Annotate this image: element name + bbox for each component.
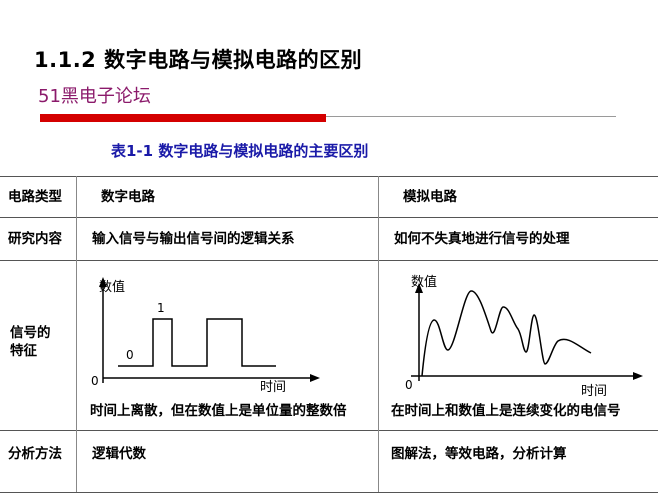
analog-origin-label: 0: [405, 378, 413, 392]
table-border-row2: [0, 260, 658, 261]
row-head-circuit-type: 电路类型: [8, 189, 62, 205]
divider-line: [326, 116, 616, 117]
cell-analog-circuit: 模拟电路: [403, 189, 457, 205]
cell-analog-signal-desc: 在时间上和数值上是连续变化的电信号: [391, 403, 621, 419]
slide-title: 1.1.2 数字电路与模拟电路的区别: [34, 48, 363, 72]
forum-subtitle: 51黑电子论坛: [38, 86, 151, 107]
row-head-signal-feature-line1: 信号的: [10, 325, 51, 341]
analog-signal-graph: 数值 时间 0: [405, 274, 643, 399]
table-border-bottom: [0, 492, 658, 493]
analog-x-arrow: [633, 372, 643, 380]
digital-x-label: 时间: [260, 380, 286, 395]
cell-digital-analysis: 逻辑代数: [92, 446, 146, 462]
row-head-signal-feature-line2: 特征: [10, 342, 37, 359]
analog-x-label: 时间: [581, 384, 607, 399]
digital-pulse-wave: [118, 318, 276, 367]
analog-y-label: 数值: [411, 274, 437, 290]
digital-y-label: 数值: [99, 279, 125, 295]
cell-digital-circuit: 数字电路: [101, 189, 155, 205]
row-head-analysis: 分析方法: [8, 446, 62, 462]
table-col-divider-1: [76, 176, 77, 492]
digital-origin-label: 0: [91, 374, 99, 388]
table-caption: 表1-1 数字电路与模拟电路的主要区别: [111, 142, 369, 160]
row-head-signal-feature: 信号的 特征: [10, 325, 70, 360]
cell-analog-research: 如何不失真地进行信号的处理: [394, 231, 570, 247]
red-accent-bar: [40, 114, 326, 122]
row-head-research: 研究内容: [8, 231, 62, 247]
digital-high-label: 1: [157, 301, 165, 315]
digital-signal-graph: 数值 时间 0 0 1: [91, 277, 320, 395]
digital-x-arrow: [310, 374, 320, 382]
cell-digital-research: 输入信号与输出信号间的逻辑关系: [92, 231, 295, 247]
cell-analog-analysis: 图解法，等效电路，分析计算: [391, 446, 567, 462]
table-col-divider-2: [378, 176, 379, 492]
cell-digital-signal-desc: 时间上离散，但在数值上是单位量的整数倍: [90, 403, 347, 419]
digital-low-label: 0: [126, 348, 134, 362]
table-border-top: [0, 176, 658, 177]
analog-continuous-wave: [421, 290, 592, 377]
table-border-row3: [0, 430, 658, 431]
table-border-row1: [0, 217, 658, 218]
